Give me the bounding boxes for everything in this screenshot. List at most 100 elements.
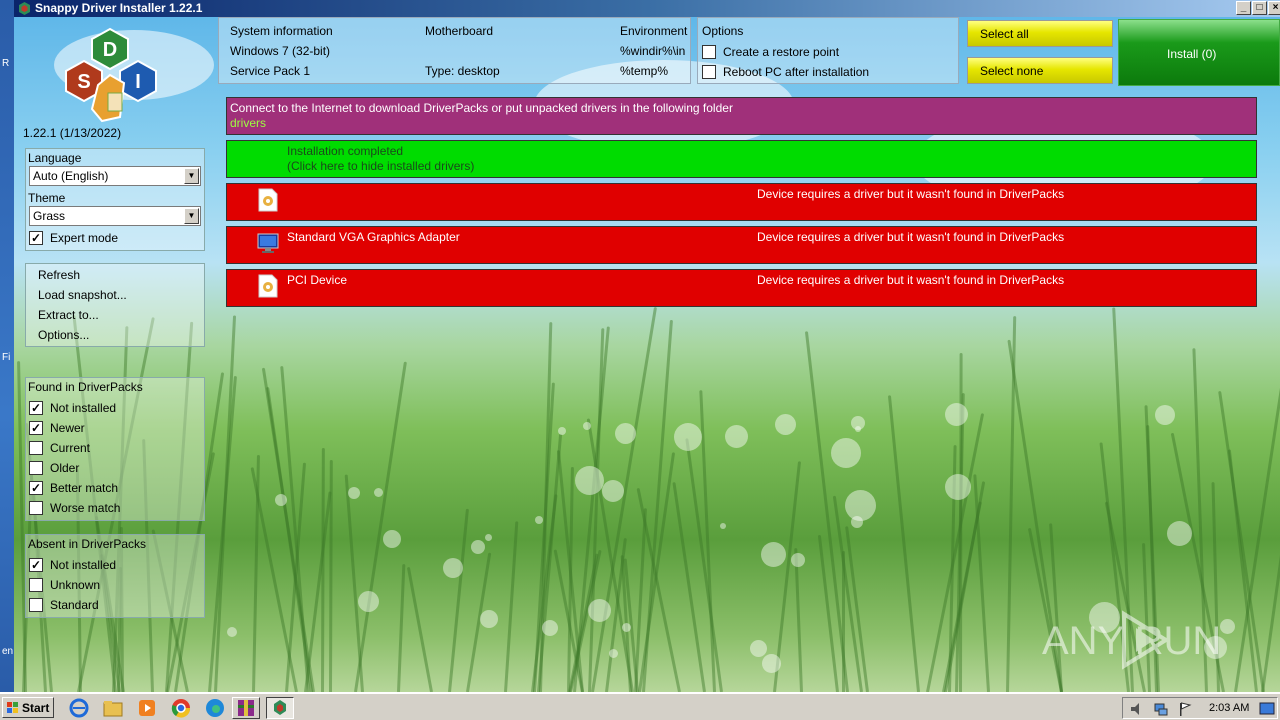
filter-current[interactable]: Current [29, 440, 90, 456]
start-button[interactable]: Start [2, 697, 54, 718]
taskbar-app-winrar[interactable] [232, 697, 260, 719]
minimize-button[interactable]: _ [1236, 1, 1251, 15]
filter-standard[interactable]: Standard [29, 597, 99, 613]
clock[interactable]: 2:03 AM [1209, 702, 1249, 714]
absent-filters-header: Absent in DriverPacks [28, 537, 147, 551]
driverpacks-notice-row[interactable]: Connect to the Internet to download Driv… [226, 97, 1257, 135]
filter-checkbox[interactable] [29, 461, 43, 475]
title-bar[interactable]: Snappy Driver Installer 1.22.1 _ □ × [14, 0, 1280, 17]
edge-icon[interactable] [204, 697, 226, 719]
filter-absent-not-installed[interactable]: ✓ Not installed [29, 557, 116, 573]
restore-point-option[interactable]: Create a restore point [702, 44, 839, 60]
taskbar-app-sdi[interactable] [266, 697, 294, 719]
installation-completed-row[interactable]: Installation completed (Click here to hi… [226, 140, 1257, 178]
dew-drop [588, 599, 611, 622]
filter-checkbox[interactable] [29, 598, 43, 612]
restore-point-checkbox[interactable] [702, 45, 716, 59]
desktop-icon-label[interactable]: en [2, 646, 13, 657]
desktop-icon-label[interactable]: R [2, 58, 9, 69]
completed-status: Installation completed [287, 144, 404, 158]
dew-drop [358, 591, 379, 612]
chevron-down-icon[interactable]: ▼ [184, 168, 199, 184]
dew-drop [720, 523, 726, 529]
found-filters-header: Found in DriverPacks [28, 380, 143, 394]
monitor-icon [257, 233, 279, 253]
filter-checkbox[interactable]: ✓ [29, 481, 43, 495]
install-button[interactable]: Install (0) [1118, 19, 1280, 86]
expert-mode-label: Expert mode [50, 231, 119, 245]
device-status: Device requires a driver but it wasn't f… [757, 273, 1065, 287]
filter-older[interactable]: Older [29, 460, 79, 476]
chrome-icon[interactable] [170, 697, 192, 719]
filter-label: Not installed [50, 401, 117, 415]
dew-drop [480, 610, 498, 628]
device-status: Device requires a driver but it wasn't f… [757, 230, 1065, 244]
hide-installed-hint: (Click here to hide installed drivers) [287, 159, 475, 173]
system-info-header: System information [230, 24, 333, 38]
filter-unknown[interactable]: Unknown [29, 577, 100, 593]
dew-drop [443, 558, 463, 578]
language-dropdown[interactable]: Auto (English) ▼ [29, 166, 201, 186]
filter-not-installed[interactable]: ✓ Not installed [29, 400, 116, 416]
filter-label: Worse match [50, 501, 121, 515]
filter-better-match[interactable]: ✓ Better match [29, 480, 118, 496]
filter-newer[interactable]: ✓ Newer [29, 420, 85, 436]
filter-label: Not installed [50, 558, 117, 572]
filter-checkbox[interactable] [29, 578, 43, 592]
internet-explorer-icon[interactable] [68, 697, 90, 719]
filter-checkbox[interactable]: ✓ [29, 401, 43, 415]
taskbar: Start 2:03 AM [0, 692, 1280, 720]
dew-drop [535, 516, 543, 524]
expert-mode-option[interactable]: ✓ Expert mode [29, 230, 118, 246]
show-desktop-icon[interactable] [1259, 701, 1275, 717]
load-snapshot-menu-item[interactable]: Load snapshot... [38, 288, 127, 302]
system-info-panel[interactable]: System information Windows 7 (32-bit) Se… [218, 17, 691, 84]
restore-point-label: Create a restore point [723, 45, 840, 59]
file-explorer-icon[interactable] [102, 697, 124, 719]
expert-mode-checkbox[interactable]: ✓ [29, 231, 43, 245]
select-none-button[interactable]: Select none [967, 57, 1113, 84]
filter-checkbox[interactable] [29, 441, 43, 455]
desktop-background: R Fi en [0, 0, 14, 692]
environment-header: Environment [620, 24, 688, 38]
grass-blade [817, 534, 839, 692]
reboot-checkbox[interactable] [702, 65, 716, 79]
close-button[interactable]: × [1268, 1, 1280, 15]
grass-blade [1006, 316, 1017, 692]
chevron-down-icon[interactable]: ▼ [184, 208, 199, 224]
anyrun-watermark: ANY RUN [1042, 610, 1221, 670]
version-label: 1.22.1 (1/13/2022) [23, 126, 122, 140]
device-row[interactable]: Standard VGA Graphics Adapter Device req… [226, 226, 1257, 264]
options-menu-item[interactable]: Options... [38, 328, 89, 342]
theme-dropdown[interactable]: Grass ▼ [29, 206, 201, 226]
action-center-flag-icon[interactable] [1177, 701, 1193, 717]
extract-to-menu-item[interactable]: Extract to... [38, 308, 99, 322]
sdi-app-icon [274, 700, 286, 715]
svg-text:S: S [77, 71, 90, 93]
drivers-folder-link[interactable]: drivers [230, 116, 266, 130]
dew-drop [762, 654, 781, 673]
maximize-button[interactable]: □ [1252, 1, 1267, 15]
speaker-icon[interactable] [1129, 701, 1145, 717]
dew-drop [945, 474, 971, 500]
media-player-icon[interactable] [136, 697, 158, 719]
network-icon[interactable] [1153, 701, 1169, 717]
select-all-button[interactable]: Select all [967, 20, 1113, 47]
dew-drop [348, 487, 360, 499]
refresh-menu-item[interactable]: Refresh [38, 268, 80, 282]
device-row[interactable]: PCI Device Device requires a driver but … [226, 269, 1257, 307]
filter-checkbox[interactable]: ✓ [29, 421, 43, 435]
language-label: Language [28, 151, 82, 165]
dew-drop [542, 620, 558, 636]
svg-text:I: I [135, 71, 141, 93]
pc-type: Type: desktop [425, 64, 500, 78]
filter-worse-match[interactable]: Worse match [29, 500, 120, 516]
filter-checkbox[interactable] [29, 501, 43, 515]
reboot-option[interactable]: Reboot PC after installation [702, 64, 869, 80]
device-row[interactable]: Device requires a driver but it wasn't f… [226, 183, 1257, 221]
filter-checkbox[interactable]: ✓ [29, 558, 43, 572]
app-window: Snappy Driver Installer 1.22.1 _ □ × D S… [14, 0, 1280, 692]
dew-drop [227, 627, 237, 637]
filter-label: Standard [50, 598, 99, 612]
desktop-icon-label[interactable]: Fi [2, 352, 10, 363]
